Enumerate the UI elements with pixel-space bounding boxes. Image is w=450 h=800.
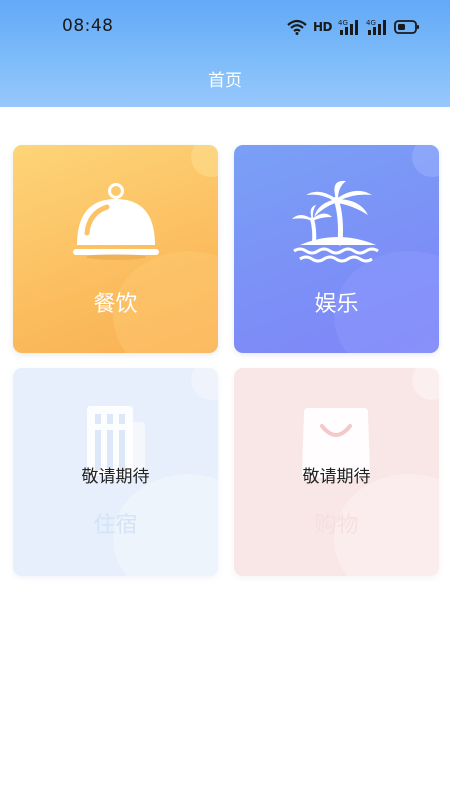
decoration (191, 145, 218, 177)
cloche-icon (73, 183, 159, 260)
decoration (412, 145, 439, 177)
card-label: 餐饮 (93, 292, 138, 317)
palm-island-icon (292, 180, 379, 263)
card-label: 购物 (314, 513, 359, 538)
status-icons: HD 4G 4G (287, 17, 420, 37)
signal-icon: 4G (366, 19, 386, 35)
decoration (412, 368, 439, 400)
lodging-card[interactable]: 敬请期待 住宿 (13, 368, 218, 576)
entertainment-card[interactable]: 娱乐 (234, 145, 439, 353)
coming-soon-label: 敬请期待 (302, 467, 371, 487)
signal-1-label: 4G (338, 19, 348, 27)
page-title: 首页 (208, 71, 242, 91)
status-bar: 08:48 HD 4G 4G (0, 0, 450, 52)
wifi-icon (287, 19, 307, 35)
battery-icon (394, 20, 419, 34)
signal-2-label: 4G (366, 19, 376, 27)
coming-soon-label: 敬请期待 (81, 467, 150, 487)
decoration (191, 368, 218, 400)
header: 08:48 HD 4G 4G 首页 (0, 0, 450, 107)
status-time: 08:48 (62, 16, 114, 36)
card-label: 娱乐 (314, 292, 359, 317)
dining-card[interactable]: 餐饮 (13, 145, 218, 353)
hd-label: HD (312, 20, 333, 34)
card-label: 住宿 (93, 513, 138, 538)
shopping-card[interactable]: 敬请期待 购物 (234, 368, 439, 576)
signal-icon: 4G (338, 19, 358, 35)
